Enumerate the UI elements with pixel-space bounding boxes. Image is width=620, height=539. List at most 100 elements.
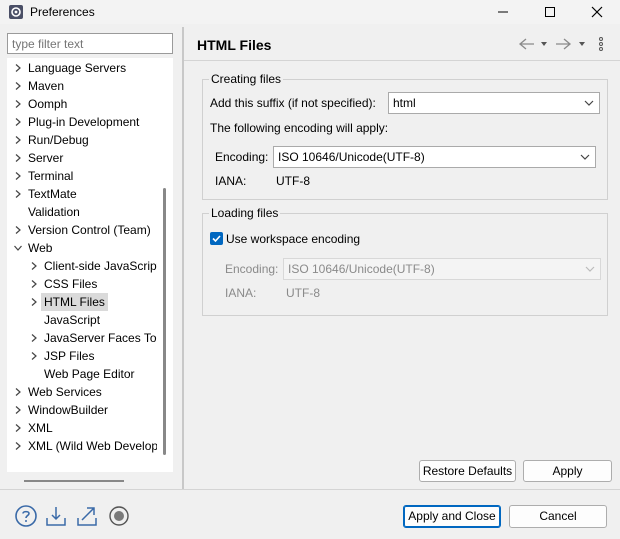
loading-encoding-combo[interactable]: ISO 10646/Unicode(UTF-8) bbox=[283, 258, 601, 280]
maximize-icon bbox=[545, 7, 555, 17]
creating-encoding-combo[interactable]: ISO 10646/Unicode(UTF-8) bbox=[273, 146, 596, 168]
help-icon[interactable] bbox=[14, 504, 38, 528]
tree-item-label: JavaServer Faces Tools bbox=[44, 331, 172, 345]
tree-item-label: Terminal bbox=[28, 169, 74, 183]
window-title: Preferences bbox=[30, 5, 95, 19]
use-workspace-label[interactable]: Use workspace encoding bbox=[226, 231, 360, 247]
forward-arrow-icon bbox=[556, 38, 572, 50]
chevron-right-icon[interactable] bbox=[14, 424, 22, 432]
chevron-right-icon[interactable] bbox=[14, 172, 22, 180]
tree-item[interactable]: JavaScript bbox=[7, 311, 173, 329]
chevron-down-icon bbox=[585, 266, 595, 272]
tree-item[interactable]: Web bbox=[7, 239, 173, 257]
chevron-right-icon[interactable] bbox=[14, 406, 22, 414]
loading-encoding-label: Encoding: bbox=[225, 262, 279, 276]
chevron-right-icon[interactable] bbox=[14, 82, 22, 90]
tree-item-label: Version Control (Team) bbox=[28, 223, 151, 237]
tree-vertical-scroll-thumb[interactable] bbox=[163, 188, 166, 455]
tree-item[interactable]: Plug-in Development bbox=[7, 113, 173, 131]
tree-item[interactable]: Maven bbox=[7, 77, 173, 95]
tree-item[interactable]: Web Page Editor bbox=[7, 365, 173, 383]
chevron-right-icon[interactable] bbox=[14, 100, 22, 108]
preferences-gear-icon bbox=[9, 5, 23, 19]
chevron-right-icon[interactable] bbox=[14, 64, 22, 72]
chevron-right-icon[interactable] bbox=[30, 298, 38, 306]
tree-item[interactable]: HTML Files bbox=[7, 293, 173, 311]
loading-iana-label: IANA: bbox=[225, 286, 257, 300]
tree-item-label: WindowBuilder bbox=[28, 403, 109, 417]
tree-horizontal-scroll-thumb[interactable] bbox=[24, 480, 124, 482]
tree-item[interactable]: TextMate bbox=[7, 185, 173, 203]
page-header-separator bbox=[184, 60, 620, 61]
tree-item[interactable]: Terminal bbox=[7, 167, 173, 185]
tree-item-label: Web Page Editor bbox=[44, 367, 135, 381]
chevron-right-icon[interactable] bbox=[30, 262, 38, 270]
tree-item[interactable]: JavaServer Faces Tools bbox=[7, 329, 173, 347]
tree-item[interactable]: Version Control (Team) bbox=[7, 221, 173, 239]
tree-item[interactable]: Language Servers bbox=[7, 59, 173, 77]
preference-tree[interactable]: Language Servers Maven Oomph Plug-in Develo… bbox=[7, 58, 173, 472]
minimize-icon bbox=[498, 11, 508, 13]
creating-iana-value: UTF-8 bbox=[276, 174, 310, 188]
suffix-combo[interactable]: html bbox=[388, 92, 600, 114]
chevron-down-icon bbox=[580, 154, 590, 160]
cancel-button[interactable]: Cancel bbox=[509, 505, 607, 528]
back-history-chevron-icon bbox=[541, 42, 547, 46]
tree-item[interactable]: XML bbox=[7, 419, 173, 437]
tree-item[interactable]: WindowBuilder bbox=[7, 401, 173, 419]
tree-item[interactable]: Web Services bbox=[7, 383, 173, 401]
tree-item-label: Plug-in Development bbox=[28, 115, 140, 129]
chevron-right-icon[interactable] bbox=[30, 280, 38, 288]
tree-item[interactable]: Server bbox=[7, 149, 173, 167]
tree-item[interactable]: XML (Wild Web Developer) bbox=[7, 437, 173, 455]
chevron-right-icon[interactable] bbox=[14, 154, 22, 162]
tree-item-label: Server bbox=[28, 151, 64, 165]
loading-iana-value: UTF-8 bbox=[286, 286, 320, 300]
tree-item[interactable]: JSP Files bbox=[7, 347, 173, 365]
chevron-right-icon[interactable] bbox=[14, 118, 22, 126]
tree-item-label: Language Servers bbox=[28, 61, 127, 75]
tree-item[interactable]: Run/Debug bbox=[7, 131, 173, 149]
use-workspace-checkbox[interactable] bbox=[210, 232, 223, 245]
tree-item-label: HTML Files bbox=[41, 293, 108, 311]
tree-item[interactable]: Oomph bbox=[7, 95, 173, 113]
view-menu-icon[interactable] bbox=[597, 37, 605, 51]
back-arrow-icon bbox=[518, 38, 534, 50]
close-button[interactable] bbox=[574, 0, 620, 24]
back-navigation-button[interactable] bbox=[518, 37, 550, 51]
tree-item-label: CSS Files bbox=[44, 277, 98, 291]
apply-and-close-button[interactable]: Apply and Close bbox=[403, 505, 501, 528]
restore-defaults-button[interactable]: Restore Defaults bbox=[419, 460, 516, 482]
forward-history-chevron-icon bbox=[579, 42, 585, 46]
chevron-right-icon[interactable] bbox=[14, 442, 22, 450]
creating-files-title: Creating files bbox=[209, 72, 284, 86]
chevron-right-icon[interactable] bbox=[14, 190, 22, 198]
chevron-right-icon[interactable] bbox=[30, 334, 38, 342]
filter-input[interactable] bbox=[7, 33, 173, 54]
chevron-down-icon[interactable] bbox=[14, 244, 22, 252]
forward-navigation-button[interactable] bbox=[556, 37, 588, 51]
tree-item[interactable]: Validation bbox=[7, 203, 173, 221]
loading-files-title: Loading files bbox=[209, 206, 281, 220]
oomph-record-icon[interactable] bbox=[107, 504, 131, 528]
footer-separator bbox=[0, 489, 620, 490]
chevron-right-icon[interactable] bbox=[14, 388, 22, 396]
creating-encoding-value: ISO 10646/Unicode(UTF-8) bbox=[278, 150, 425, 164]
pane-divider[interactable] bbox=[182, 27, 184, 489]
maximize-button[interactable] bbox=[527, 0, 573, 24]
import-icon[interactable] bbox=[44, 504, 68, 528]
tree-item-label: Web Services bbox=[28, 385, 102, 399]
tree-item-label: TextMate bbox=[28, 187, 77, 201]
minimize-button[interactable] bbox=[480, 0, 526, 24]
chevron-right-icon[interactable] bbox=[14, 226, 22, 234]
creating-iana-label: IANA: bbox=[215, 174, 247, 188]
export-icon[interactable] bbox=[75, 504, 99, 528]
tree-item-label: Maven bbox=[28, 79, 65, 93]
tree-item[interactable]: Client-side JavaScript bbox=[7, 257, 173, 275]
chevron-right-icon[interactable] bbox=[30, 352, 38, 360]
creating-encoding-label: Encoding: bbox=[215, 150, 269, 164]
apply-button[interactable]: Apply bbox=[523, 460, 612, 482]
checkmark-icon bbox=[212, 235, 221, 243]
tree-item[interactable]: CSS Files bbox=[7, 275, 173, 293]
chevron-right-icon[interactable] bbox=[14, 136, 22, 144]
